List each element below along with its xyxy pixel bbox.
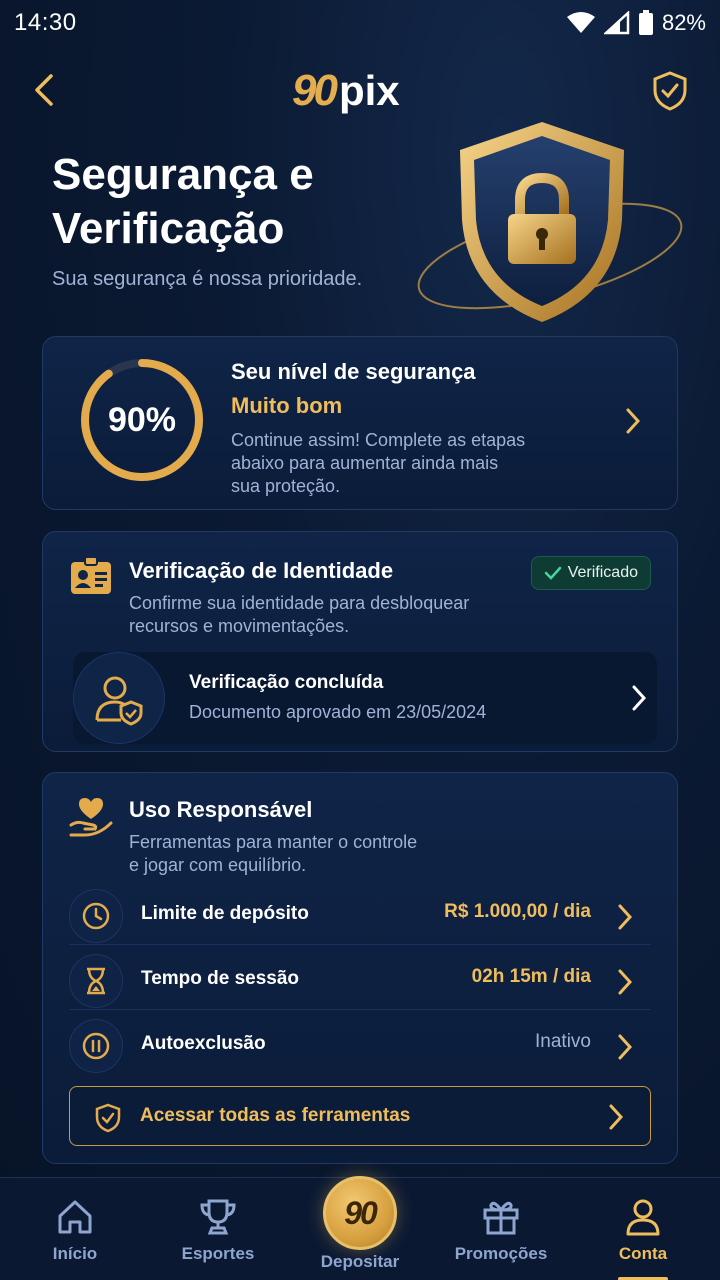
verified-badge: Verificado	[530, 556, 651, 590]
nav-home[interactable]: Início	[10, 1178, 140, 1280]
logo-number: 90	[292, 66, 338, 115]
deposit-limit-row[interactable]: Limite de depósito R$ 1.000,00 / dia	[69, 881, 651, 945]
pause-icon-wrap	[69, 1019, 123, 1073]
page-title-line1: Segurança e	[52, 150, 314, 199]
brand-logo: 90 pix	[292, 66, 400, 116]
deposit-logo: 90	[344, 1194, 378, 1231]
nav-account-label: Conta	[618, 1244, 668, 1263]
status-bar: 14:30 82%	[0, 0, 720, 46]
wifi-icon	[566, 12, 595, 33]
hourglass-icon	[87, 967, 105, 995]
chevron-right-icon	[626, 408, 641, 434]
identity-title: Verificação de Identidade	[129, 558, 394, 583]
deposit-limit-label: Limite de depósito	[141, 903, 309, 924]
chevron-right-icon	[618, 969, 633, 995]
nav-sports-label: Esportes	[181, 1244, 255, 1263]
chevron-right-icon	[618, 1034, 633, 1060]
clock-icon-wrap	[69, 889, 123, 943]
all-tools-label: Acessar todas as ferramentas	[140, 1105, 411, 1126]
all-tools-button[interactable]: Acessar todas as ferramentas	[69, 1086, 651, 1146]
responsible-use-title: Uso Responsável	[129, 797, 313, 822]
id-card-icon	[71, 556, 111, 594]
responsible-desc-line1: Ferramentas para manter o controle	[129, 832, 418, 852]
app-header: 90 pix	[0, 62, 720, 122]
self-exclusion-label: Autoexclusão	[141, 1033, 266, 1054]
responsible-use-card: Uso Responsável Ferramentas para manter …	[42, 772, 678, 1164]
security-percent: 90%	[107, 400, 177, 439]
heart-hand-icon	[69, 798, 113, 837]
chevron-right-icon	[609, 1104, 624, 1130]
battery-icon	[638, 10, 653, 35]
page-subtitle: Sua segurança é nossa prioridade.	[52, 268, 363, 290]
security-score-title: Seu nível de segurança	[231, 359, 476, 384]
user-shield-avatar	[73, 652, 165, 744]
deposit-button[interactable]: 90	[323, 1176, 397, 1250]
chevron-right-icon	[632, 685, 647, 711]
identity-desc-line2: recursos e movimentações.	[129, 616, 350, 636]
deposit-limit-value: R$ 1.000,00 / dia	[444, 901, 591, 922]
verification-status-title: Verificação concluída	[189, 672, 384, 693]
user-icon	[626, 1199, 660, 1236]
battery-percent: 82%	[661, 10, 706, 35]
status-time: 14:30	[14, 9, 77, 36]
security-level: Muito bom	[231, 393, 343, 418]
security-score-card[interactable]: 90% Seu nível de segurança Muito bom Con…	[42, 336, 678, 510]
security-shield-button[interactable]	[650, 70, 690, 112]
responsible-desc-line2: e jogar com equilíbrio.	[129, 855, 307, 875]
responsible-use-description: Ferramentas para manter o controle e jog…	[129, 831, 469, 877]
security-desc-line3: sua proteção.	[231, 476, 341, 496]
session-time-row[interactable]: Tempo de sessão 02h 15m / dia	[69, 946, 651, 1010]
verified-badge-label: Verificado	[567, 564, 638, 581]
nav-account[interactable]: Conta	[578, 1178, 708, 1280]
clock-icon	[82, 902, 110, 930]
page-title-line2: Verificação	[52, 204, 285, 253]
back-button[interactable]	[26, 70, 62, 110]
security-desc-line2: abaixo para aumentar ainda mais	[231, 453, 499, 473]
page-title: Segurança e Verificação	[52, 148, 412, 256]
hourglass-icon-wrap	[69, 954, 123, 1008]
shield-check-icon	[95, 1103, 121, 1133]
status-indicators: 82%	[566, 10, 706, 36]
gift-icon	[483, 1201, 519, 1235]
cellular-signal-icon	[603, 11, 630, 35]
nav-deposit-label[interactable]: Depositar	[300, 1252, 420, 1272]
chevron-left-icon	[35, 74, 53, 106]
identity-description: Confirme sua identidade para desbloquear…	[129, 592, 509, 638]
security-desc-line1: Continue assim! Complete as etapas	[231, 430, 526, 450]
user-shield-icon	[95, 676, 143, 726]
identity-desc-line1: Confirme sua identidade para desbloquear	[129, 593, 470, 613]
nav-promotions-label: Promoções	[454, 1244, 548, 1263]
self-exclusion-row[interactable]: Autoexclusão Inativo	[69, 1011, 651, 1075]
trophy-icon	[200, 1199, 236, 1235]
security-score-description: Continue assim! Complete as etapas abaix…	[231, 429, 571, 498]
identity-verification-card: Verificação de Identidade Confirme sua i…	[42, 531, 678, 752]
chevron-right-icon	[618, 904, 633, 930]
check-icon	[544, 566, 561, 580]
nav-home-label: Início	[52, 1244, 98, 1263]
nav-promotions[interactable]: Promoções	[436, 1178, 566, 1280]
logo-text: pix	[338, 67, 400, 114]
nav-sports[interactable]: Esportes	[153, 1178, 283, 1280]
session-time-label: Tempo de sessão	[141, 968, 300, 989]
session-time-value: 02h 15m / dia	[471, 966, 591, 987]
pause-icon	[82, 1032, 110, 1060]
verification-status-row[interactable]: Verificação concluída Documento aprovado…	[73, 652, 657, 744]
self-exclusion-value: Inativo	[535, 1031, 591, 1052]
home-icon	[58, 1200, 92, 1234]
verification-status-subtitle: Documento aprovado em 23/05/2024	[189, 702, 487, 722]
shield-check-icon	[653, 71, 687, 111]
shield-lock-illustration	[417, 122, 683, 322]
